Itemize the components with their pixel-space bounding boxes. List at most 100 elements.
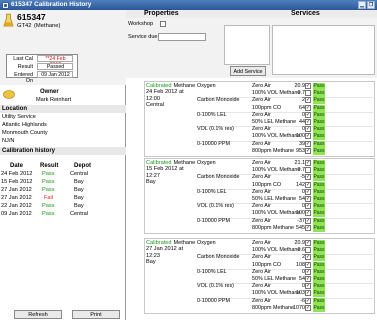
sensor-name: VOL (0.1% res) <box>197 203 234 210</box>
reading-checkbox[interactable]: ✓ <box>305 111 311 118</box>
window-controls: ▁ ❐ <box>358 1 377 9</box>
reading-checkbox[interactable]: ✓ <box>305 97 311 104</box>
reading-value: 0 <box>302 111 305 118</box>
reading-checkbox[interactable]: ✓ <box>305 160 311 166</box>
minimize-button[interactable]: ▁ <box>358 1 366 9</box>
sensor-name: 0-100% LEL <box>197 188 227 195</box>
reading-checkbox[interactable]: ✓ <box>305 83 311 89</box>
history-col-depot: Depot <box>74 163 91 169</box>
sensor-name: Carbon Monoxide <box>197 174 240 181</box>
location-line: Atlantic Highlands <box>2 122 47 128</box>
title-bar: 615347 Calibration History ▁ ❐ <box>0 0 377 10</box>
sensor-name: Oxygen <box>197 160 216 166</box>
restore-button[interactable]: ❐ <box>367 1 375 9</box>
reading-checkbox[interactable]: ✓ <box>305 188 311 195</box>
reading-result-badge: Pass <box>313 276 325 283</box>
reference-gas: Zero Air <box>252 203 271 210</box>
reading-value: 21.1 <box>294 160 306 166</box>
calibration-card: Calibrated Methane 27 Jan 2012 at 12:23 Bay… <box>144 238 375 314</box>
history-result: Pass <box>42 211 55 217</box>
reference-gas: Zero Air <box>252 83 271 89</box>
reading-value: 545 <box>296 224 305 231</box>
reading-checkbox[interactable]: ✓ <box>305 276 311 282</box>
reading-checkbox[interactable]: ✓ <box>305 268 311 275</box>
workshop-label: Workshop <box>128 21 154 27</box>
reading-checkbox[interactable]: ✓ <box>305 119 311 125</box>
reading-checkbox[interactable]: ✓ <box>305 261 311 268</box>
reading-checkbox[interactable] <box>305 247 311 254</box>
reading-checkbox[interactable]: ✓ <box>305 174 311 181</box>
reference-gas: 100ppm CO <box>252 104 282 111</box>
reading-checkbox[interactable]: ✓ <box>305 224 311 231</box>
history-row[interactable]: 22 Jan 2012 Pass Bay <box>0 203 126 211</box>
gas-flask-icon <box>3 13 14 27</box>
cylinder-summary-pane: 615347 GT42 (Methane) Last Cal **24 Feb … <box>0 10 126 320</box>
reading-checkbox[interactable]: ✓ <box>305 181 311 188</box>
reading-value: 103 <box>296 290 305 297</box>
service-due-input[interactable] <box>158 33 206 41</box>
reading-result-badge: Pass <box>313 140 325 148</box>
reading-checkbox[interactable]: ✓ <box>305 254 311 261</box>
services-list[interactable] <box>272 25 375 75</box>
calibration-card: Calibrated Methane 24 Feb 2012 at 12:00 Cen… <box>144 81 375 157</box>
entered-on-value: 09 Jan 2012 <box>37 71 73 78</box>
history-row[interactable]: 09 Jan 2012 Pass Central <box>0 211 126 219</box>
history-heading: Calibration history <box>0 147 126 155</box>
reference-gas: 800ppm Methane <box>252 224 294 231</box>
reading-checkbox[interactable]: ✓ <box>305 140 311 147</box>
add-service-button[interactable]: Add Service <box>230 66 266 76</box>
reading-result-badge: Pass <box>313 203 325 211</box>
reference-gas: Zero Air <box>252 126 271 133</box>
reading-result-badge: Pass <box>313 83 325 90</box>
sensor-name: VOL (0.1% res) <box>197 126 234 133</box>
calibration-records: Calibrated Methane 24 Feb 2012 at 12:00 Cen… <box>126 78 377 320</box>
reading-checkbox[interactable]: ✓ <box>305 133 311 140</box>
reference-gas: Zero Air <box>252 268 271 275</box>
reading-checkbox[interactable]: ✓ <box>305 104 311 111</box>
sensor-name: VOL (0.1% res) <box>197 283 234 290</box>
reading-checkbox[interactable]: ✓ <box>305 240 311 246</box>
reading-checkbox[interactable]: ✓ <box>305 147 311 154</box>
reading-result-badge: Pass <box>313 160 325 167</box>
reference-gas: 800ppm Methane <box>252 147 294 154</box>
reading-result-badge: Pass <box>313 188 325 196</box>
print-button[interactable]: Print <box>72 310 120 319</box>
reference-gas: 800ppm Methane <box>252 304 294 311</box>
reading-result-badge: Pass <box>313 119 325 126</box>
reading-checkbox[interactable]: ✓ <box>305 290 311 297</box>
reference-gas: Zero Air <box>252 174 271 181</box>
reading-value: 39 <box>299 140 305 147</box>
history-result: Fail <box>44 195 54 201</box>
reading-checkbox[interactable] <box>305 90 311 97</box>
reading-checkbox[interactable]: ✓ <box>305 210 311 217</box>
workshop-checkbox[interactable] <box>160 21 166 27</box>
history-row[interactable]: 24 Feb 2012 Pass Central <box>0 171 126 179</box>
reading-checkbox[interactable]: ✓ <box>305 217 311 224</box>
history-row[interactable]: 27 Jan 2012 Pass Bay <box>0 187 126 195</box>
reading-checkbox[interactable]: ✓ <box>305 304 311 311</box>
sensor-name: Oxygen <box>197 240 216 246</box>
reading-checkbox[interactable]: ✓ <box>305 196 311 202</box>
reading-value: -6 <box>300 297 305 304</box>
reading-checkbox[interactable] <box>305 167 311 174</box>
refresh-button[interactable]: Refresh <box>14 310 62 319</box>
reading-value: 2 <box>302 254 305 261</box>
reading-checkbox[interactable]: ✓ <box>305 297 311 304</box>
reading-checkbox[interactable]: ✓ <box>305 283 311 290</box>
reference-gas: Zero Air <box>252 283 271 290</box>
history-row[interactable]: 27 Jan 2012 Fail Bay <box>0 195 126 203</box>
cylinder-code: GT42 <box>17 23 32 29</box>
reference-gas: Zero Air <box>252 254 271 261</box>
sensor-name: Carbon Monoxide <box>197 254 240 261</box>
sensor-name: 0-100% LEL <box>197 111 227 118</box>
reading-value: 108 <box>296 261 305 268</box>
history-row[interactable]: 15 Feb 2012 Pass Bay <box>0 179 126 187</box>
history-date: 24 Feb 2012 <box>1 171 33 177</box>
reference-gas: Zero Air <box>252 188 271 195</box>
reading-checkbox[interactable]: ✓ <box>305 203 311 210</box>
reading-result-badge: Pass <box>313 283 325 291</box>
reading-checkbox[interactable]: ✓ <box>305 126 311 133</box>
sensor-name: 0-10000 PPM <box>197 297 230 304</box>
location-line: Monmouth County <box>2 130 48 136</box>
reading-result-badge: Pass <box>313 254 325 262</box>
